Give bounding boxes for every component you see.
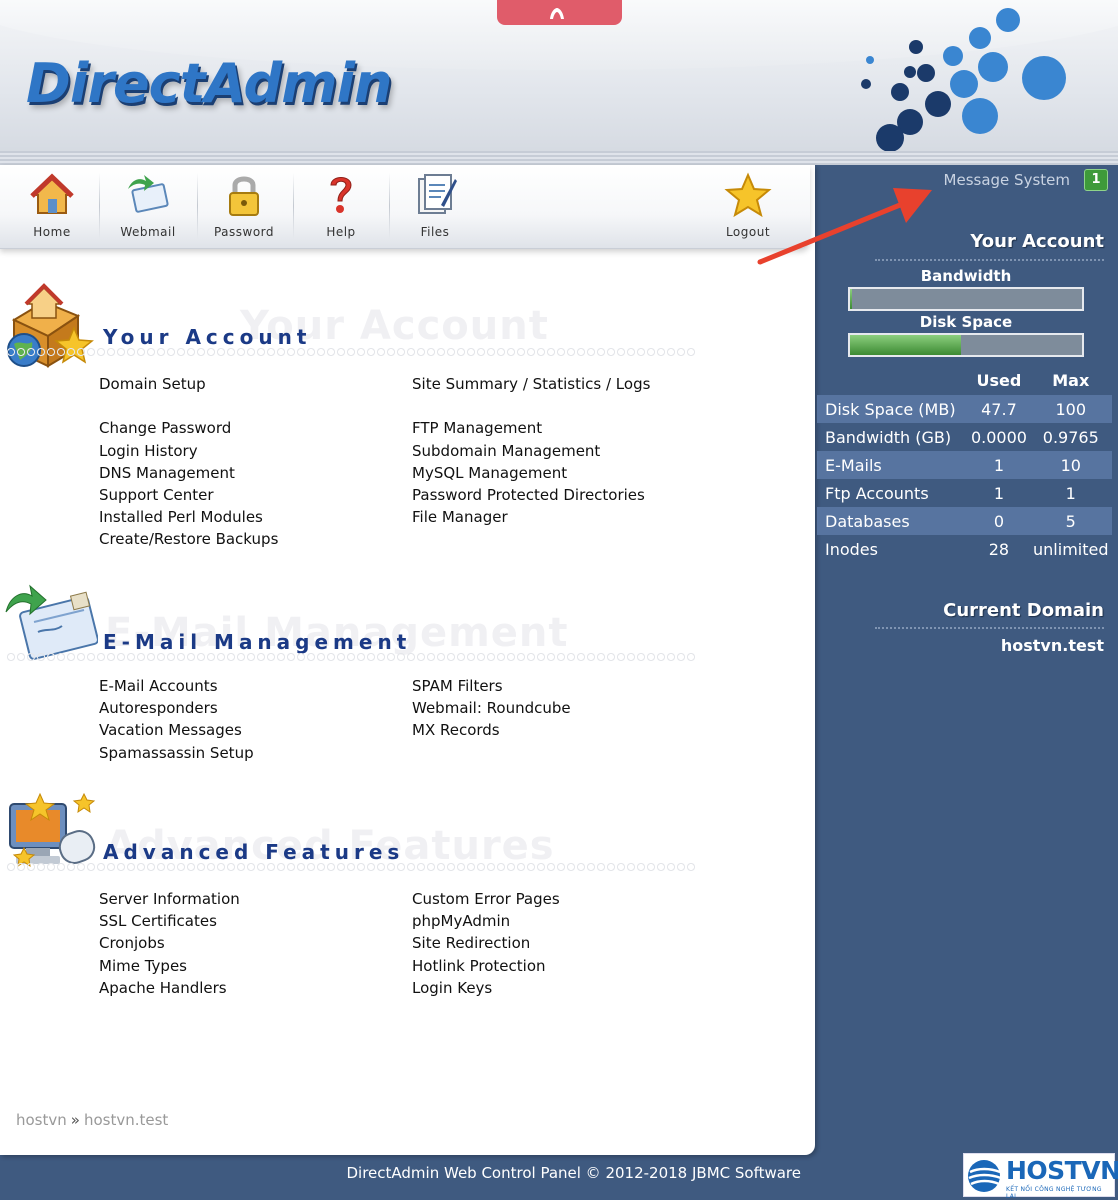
link-spamassassin-setup[interactable]: Spamassassin Setup bbox=[99, 742, 254, 764]
message-count-badge[interactable]: 1 bbox=[1084, 169, 1108, 191]
link-file-manager[interactable]: File Manager bbox=[412, 506, 650, 528]
lock-icon bbox=[229, 176, 259, 216]
message-system[interactable]: Message System 1 bbox=[944, 169, 1108, 191]
link-mysql-management[interactable]: MySQL Management bbox=[412, 462, 650, 484]
star-icon bbox=[724, 172, 772, 218]
password-button[interactable]: Password bbox=[196, 171, 292, 245]
used-column-header: Used bbox=[976, 370, 1022, 390]
files-icon bbox=[418, 174, 457, 214]
your-account-heading: Your Account bbox=[970, 231, 1104, 252]
email-links-left: E-Mail Accounts Autoresponders Vacation … bbox=[99, 675, 254, 764]
toolbar: Home Webmail Password Help Files Logout bbox=[0, 165, 810, 249]
link-support-center[interactable]: Support Center bbox=[99, 484, 278, 506]
link-vacation-messages[interactable]: Vacation Messages bbox=[99, 719, 254, 741]
usage-table: Used Max Disk Space (MB) 47.7 100 Bandwi… bbox=[817, 365, 1112, 563]
link-login-keys[interactable]: Login Keys bbox=[412, 977, 560, 999]
link-create-restore-backups[interactable]: Create/Restore Backups bbox=[99, 528, 278, 550]
advanced-links-right: Custom Error Pages phpMyAdmin Site Redir… bbox=[412, 888, 560, 999]
logout-button[interactable]: Logout bbox=[700, 171, 796, 245]
bubbles-decoration-icon bbox=[861, 8, 1066, 152]
link-dns-management[interactable]: DNS Management bbox=[99, 462, 278, 484]
account-links-right: Site Summary / Statistics / Logs FTP Man… bbox=[412, 373, 650, 528]
link-phpmyadmin[interactable]: phpMyAdmin bbox=[412, 910, 560, 932]
table-row: Inodes 28 unlimited bbox=[825, 539, 1109, 559]
advanced-links-left: Server Information SSL Certificates Cron… bbox=[99, 888, 240, 999]
directadmin-logo[interactable]: DirectAdmin bbox=[26, 52, 392, 115]
table-row: Disk Space (MB) 47.7 100 bbox=[817, 395, 1112, 423]
home-button[interactable]: Home bbox=[4, 171, 100, 245]
help-button[interactable]: Help bbox=[293, 171, 389, 245]
webmail-button[interactable]: Webmail bbox=[100, 171, 196, 245]
header: DirectAdmin bbox=[0, 0, 1118, 165]
link-ftp-management[interactable]: FTP Management bbox=[412, 417, 650, 439]
current-domain-value[interactable]: hostvn.test bbox=[1001, 636, 1104, 655]
top-collapse-tab[interactable] bbox=[497, 0, 622, 25]
footer-copyright: DirectAdmin Web Control Panel © 2012-201… bbox=[346, 1164, 802, 1182]
link-autoresponders[interactable]: Autoresponders bbox=[99, 697, 254, 719]
table-row: Ftp Accounts 1 1 bbox=[825, 483, 1076, 503]
table-row: Bandwidth (GB) 0.0000 0.9765 bbox=[825, 427, 1099, 447]
hostvn-brand: HOSTVN KẾT NỐI CÔNG NGHỆ TƯƠNG LAI bbox=[963, 1153, 1118, 1200]
link-custom-error-pages[interactable]: Custom Error Pages bbox=[412, 888, 560, 910]
account-links-left: Domain Setup Change Password Login Histo… bbox=[99, 373, 278, 551]
link-webmail-roundcube[interactable]: Webmail: Roundcube bbox=[412, 697, 571, 719]
disk-space-meter bbox=[848, 333, 1084, 357]
link-mx-records[interactable]: MX Records bbox=[412, 719, 571, 741]
link-server-information[interactable]: Server Information bbox=[99, 888, 240, 910]
max-column-header: Max bbox=[1052, 370, 1090, 390]
main-panel: Home Webmail Password Help Files Logout … bbox=[0, 165, 815, 1155]
bandwidth-meter bbox=[848, 287, 1084, 311]
hostvn-globe-icon bbox=[968, 1160, 1002, 1192]
breadcrumb: hostvn» hostvn.test bbox=[16, 1111, 169, 1129]
table-row: Databases 0 5 bbox=[817, 507, 1112, 535]
message-system-label[interactable]: Message System bbox=[944, 171, 1070, 189]
link-apache-handlers[interactable]: Apache Handlers bbox=[99, 977, 240, 999]
disk-space-label: Disk Space bbox=[919, 313, 1013, 331]
link-hotlink-protection[interactable]: Hotlink Protection bbox=[412, 955, 560, 977]
envelope-icon bbox=[128, 175, 169, 213]
breadcrumb-domain[interactable]: hostvn.test bbox=[84, 1111, 168, 1129]
email-links-right: SPAM Filters Webmail: Roundcube MX Recor… bbox=[412, 675, 571, 742]
breadcrumb-user[interactable]: hostvn bbox=[16, 1111, 67, 1129]
current-domain-heading: Current Domain bbox=[943, 600, 1104, 621]
account-sidebar: Message System 1 Your Account Bandwidth … bbox=[815, 165, 1118, 1155]
link-ssl-certificates[interactable]: SSL Certificates bbox=[99, 910, 240, 932]
link-site-summary[interactable]: Site Summary / Statistics / Logs bbox=[412, 373, 650, 395]
link-domain-setup[interactable]: Domain Setup bbox=[99, 373, 278, 395]
table-row: E-Mails 1 10 bbox=[817, 451, 1112, 479]
link-subdomain-management[interactable]: Subdomain Management bbox=[412, 440, 650, 462]
question-mark-icon bbox=[330, 177, 352, 213]
link-password-protected-directories[interactable]: Password Protected Directories bbox=[412, 484, 650, 506]
link-site-redirection[interactable]: Site Redirection bbox=[412, 932, 560, 954]
home-icon bbox=[30, 173, 74, 214]
bandwidth-label: Bandwidth bbox=[920, 267, 1012, 285]
link-email-accounts[interactable]: E-Mail Accounts bbox=[99, 675, 254, 697]
link-installed-perl-modules[interactable]: Installed Perl Modules bbox=[99, 506, 278, 528]
link-spam-filters[interactable]: SPAM Filters bbox=[412, 675, 571, 697]
link-login-history[interactable]: Login History bbox=[99, 440, 278, 462]
chevron-up-icon bbox=[550, 8, 564, 19]
files-button[interactable]: Files bbox=[387, 171, 483, 245]
link-change-password[interactable]: Change Password bbox=[99, 417, 278, 439]
link-cronjobs[interactable]: Cronjobs bbox=[99, 932, 240, 954]
link-mime-types[interactable]: Mime Types bbox=[99, 955, 240, 977]
